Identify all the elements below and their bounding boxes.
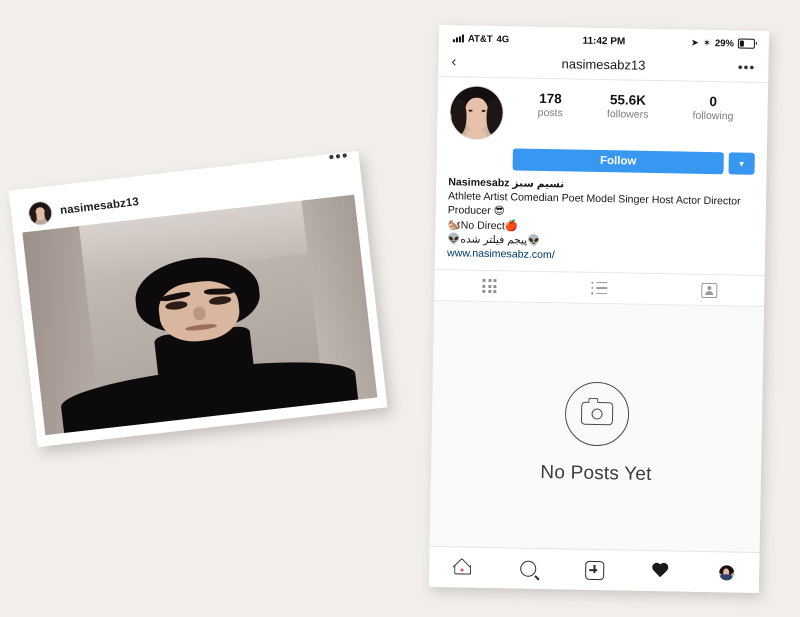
screenshot-canvas: ••• nasimesabz13 AT&T 4G 11:42 PM ➤ ✶ 29… bbox=[0, 0, 800, 617]
stat-following[interactable]: 0 following bbox=[692, 94, 733, 123]
activity-tab[interactable] bbox=[627, 563, 693, 580]
avatar-hair-left-shape bbox=[450, 98, 467, 136]
stat-followers[interactable]: 55.6K followers bbox=[607, 92, 649, 121]
search-tab[interactable] bbox=[495, 560, 561, 577]
stat-following-label: following bbox=[692, 109, 734, 123]
location-arrow-icon: ➤ bbox=[690, 37, 700, 49]
heart-icon bbox=[651, 563, 669, 579]
tagged-tab[interactable] bbox=[654, 274, 765, 306]
stat-posts-label: posts bbox=[537, 106, 563, 120]
page-title: nasimesabz13 bbox=[561, 56, 646, 73]
profile-top-row: 178 posts 55.6K followers 0 following bbox=[449, 85, 756, 145]
bottom-tab-bar bbox=[428, 545, 760, 593]
status-bar-left: AT&T 4G bbox=[452, 33, 510, 45]
back-button[interactable]: ‹ bbox=[451, 53, 471, 70]
stat-posts[interactable]: 178 posts bbox=[538, 91, 564, 120]
battery-percent-label: 29% bbox=[714, 37, 734, 49]
list-icon bbox=[591, 281, 608, 295]
stat-following-value: 0 bbox=[709, 93, 718, 110]
post-author-username[interactable]: nasimesabz13 bbox=[59, 196, 139, 217]
stat-posts-value: 178 bbox=[539, 90, 562, 107]
avatar-hair-right-shape bbox=[486, 98, 504, 137]
profile-stats: 178 posts 55.6K followers 0 following bbox=[515, 86, 756, 123]
stat-followers-value: 55.6K bbox=[609, 92, 647, 108]
search-icon bbox=[520, 560, 537, 577]
instagram-post-card[interactable]: ••• nasimesabz13 bbox=[8, 147, 388, 448]
add-post-tab[interactable] bbox=[561, 560, 627, 580]
profile-header: 178 posts 55.6K followers 0 following Fo… bbox=[435, 77, 768, 266]
post-photo[interactable] bbox=[22, 194, 378, 436]
camera-body-shape bbox=[580, 401, 614, 426]
stat-followers-label: followers bbox=[606, 108, 649, 121]
profile-more-options-button[interactable]: ••• bbox=[738, 60, 756, 75]
avatar-neck-shape bbox=[465, 130, 487, 139]
profile-tab[interactable] bbox=[693, 564, 759, 581]
home-tab[interactable] bbox=[429, 560, 495, 575]
list-tab[interactable] bbox=[544, 272, 655, 304]
phone-screenshot: AT&T 4G 11:42 PM ➤ ✶ 29% ‹ nasimesabz13 … bbox=[428, 25, 770, 593]
post-author-avatar[interactable] bbox=[27, 200, 54, 227]
empty-state: No Posts Yet bbox=[429, 301, 765, 566]
profile-avatar[interactable] bbox=[449, 85, 505, 141]
empty-state-text: No Posts Yet bbox=[540, 461, 652, 485]
grid-tab[interactable] bbox=[434, 270, 545, 302]
carrier-label: AT&T bbox=[467, 33, 493, 45]
subject-eyebrow-right bbox=[204, 287, 235, 295]
cellular-signal-icon bbox=[452, 34, 465, 43]
navigation-bar: ‹ nasimesabz13 ••• bbox=[438, 47, 769, 84]
follow-button[interactable]: Follow bbox=[512, 148, 724, 175]
battery-icon bbox=[737, 38, 755, 49]
tagged-person-icon bbox=[701, 282, 718, 298]
follow-row: Follow ▼ bbox=[449, 147, 755, 175]
photo-subject bbox=[58, 247, 359, 434]
post-card-inner: nasimesabz13 bbox=[18, 160, 378, 436]
status-bar-right: ➤ ✶ 29% bbox=[691, 37, 755, 49]
grid-icon bbox=[482, 278, 497, 294]
bluetooth-icon: ✶ bbox=[702, 37, 711, 49]
camera-icon bbox=[564, 381, 630, 447]
profile-avatar-icon bbox=[718, 564, 734, 581]
plus-square-icon bbox=[584, 560, 604, 580]
chevron-down-icon[interactable]: ▼ bbox=[728, 152, 755, 175]
profile-bio: Nasimesabz نسیم سبز Athlete Artist Comed… bbox=[447, 175, 755, 266]
network-type-label: 4G bbox=[496, 33, 510, 45]
avatar-face-shape bbox=[464, 97, 489, 132]
